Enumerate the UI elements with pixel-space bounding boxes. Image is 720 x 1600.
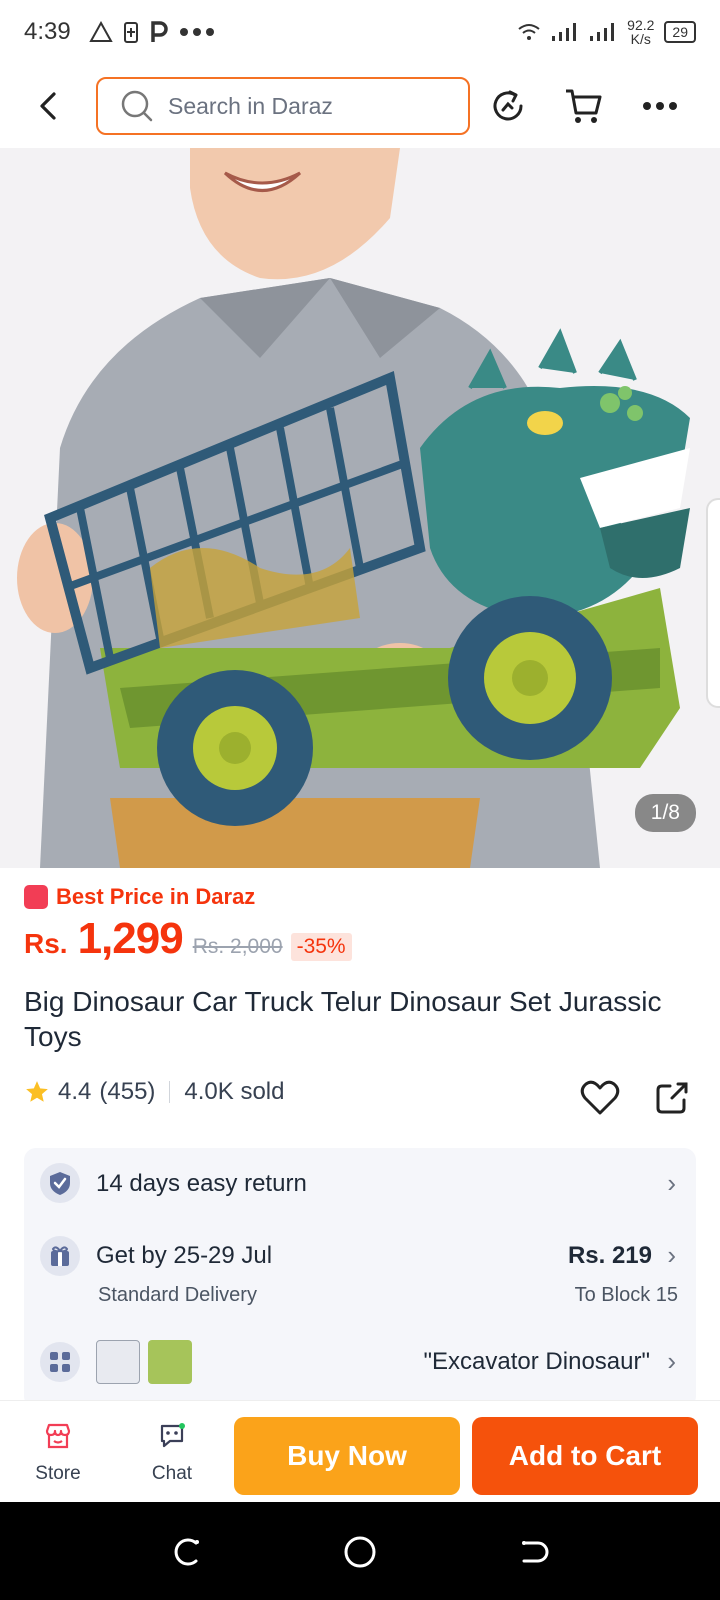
warning-icon	[89, 21, 113, 42]
back-button[interactable]	[18, 76, 78, 136]
current-price: 1,299	[77, 914, 184, 963]
product-image-gallery[interactable]: 1/8	[0, 148, 720, 868]
chat-icon	[160, 1423, 185, 1448]
return-icon-wrap	[40, 1163, 80, 1203]
best-price-badge: Best Price in Daraz	[24, 884, 255, 910]
heart-icon	[580, 1080, 620, 1115]
discount-badge: -35%	[290, 933, 352, 961]
battery-saver-icon	[123, 22, 138, 43]
speed-unit: K/s	[630, 31, 651, 47]
refresh-button[interactable]	[486, 84, 530, 128]
home-icon[interactable]	[342, 1534, 378, 1570]
back-arrow-icon	[40, 92, 56, 120]
top-header: Search in Daraz	[0, 64, 720, 148]
speed-value: 92.2	[627, 17, 655, 33]
system-nav-bar	[0, 1502, 720, 1600]
chevron-right-icon: ›	[667, 1240, 676, 1270]
variant-name: "Excavator Dinosaur"	[423, 1348, 650, 1375]
variant-thumbnail-2[interactable]	[148, 1340, 192, 1384]
price-tag-icon	[24, 885, 48, 909]
shield-check-icon	[50, 1172, 70, 1195]
store-button[interactable]: Store	[18, 1421, 98, 1485]
best-price-label: Best Price in Daraz	[56, 884, 256, 909]
rating-row[interactable]: 4.4 (455) 4.0K sold	[24, 1078, 284, 1106]
battery-indicator: 29	[664, 21, 696, 43]
product-detail-screen: 4:39 92.2 K/s 29 Search in Daraz 1/8 Bes…	[0, 0, 720, 1600]
more-options-button[interactable]	[638, 84, 682, 128]
cart-button[interactable]	[562, 84, 606, 128]
status-system-icons: 92.2 K/s 29	[517, 18, 696, 46]
back-nav-icon[interactable]	[516, 1534, 552, 1570]
rating-value: 4.4	[58, 1078, 92, 1105]
return-policy-row[interactable]: 14 days easy return ›	[24, 1148, 696, 1218]
variant-row[interactable]: "Excavator Dinosaur" ›	[24, 1328, 696, 1398]
star-icon	[26, 1081, 48, 1102]
variant-thumbnail-1[interactable]	[96, 1340, 140, 1384]
search-bar[interactable]: Search in Daraz	[96, 77, 470, 135]
chevron-right-icon: ›	[667, 1346, 676, 1376]
more-notifications-icon	[179, 28, 214, 36]
status-time: 4:39	[24, 18, 71, 45]
network-speed: 92.2 K/s	[627, 18, 654, 46]
delivery-icon-wrap	[40, 1236, 80, 1276]
sold-count: 4.0K sold	[184, 1078, 285, 1105]
gift-icon	[51, 1246, 69, 1266]
review-count: (455)	[99, 1078, 156, 1105]
currency-label: Rs.	[24, 928, 68, 959]
variant-icon-wrap	[40, 1342, 80, 1382]
status-bar: 4:39 92.2 K/s 29	[0, 0, 720, 64]
return-policy-text: 14 days easy return	[96, 1170, 307, 1197]
chat-button[interactable]: Chat	[132, 1421, 212, 1485]
recent-apps-icon[interactable]	[168, 1534, 204, 1570]
image-counter: 1/8	[634, 794, 696, 832]
search-icon	[121, 90, 153, 122]
delivery-row[interactable]: Get by 25-29 Jul Standard Delivery Rs. 2…	[24, 1218, 696, 1328]
parking-icon	[150, 21, 168, 42]
store-label: Store	[35, 1463, 81, 1484]
delivery-date: Get by 25-29 Jul	[96, 1242, 273, 1269]
signal-icon-2	[590, 23, 615, 41]
share-icon	[656, 1082, 688, 1114]
cart-icon	[566, 89, 602, 123]
search-placeholder: Search in Daraz	[168, 92, 333, 119]
delivery-fee: Rs. 219	[567, 1242, 652, 1269]
refresh-icon	[493, 90, 523, 121]
chevron-right-icon: ›	[667, 1168, 676, 1198]
wifi-icon	[518, 24, 540, 40]
more-icon	[643, 102, 677, 110]
services-card: 14 days easy return › Get by 25-29 Jul S…	[24, 1148, 696, 1408]
buy-now-button[interactable]: Buy Now	[234, 1417, 460, 1495]
divider	[169, 1081, 171, 1103]
variant-grid-icon	[50, 1352, 70, 1372]
original-price: Rs. 2,000	[192, 935, 283, 958]
status-notification-icons	[89, 20, 215, 44]
signal-icon	[552, 23, 577, 41]
delivery-location: To Block 15	[574, 1284, 678, 1306]
gallery-side-tab[interactable]	[706, 498, 720, 708]
bottom-action-bar: Store Chat Buy Now Add to Cart	[0, 1400, 720, 1502]
product-title: Big Dinosaur Car Truck Telur Dinosaur Se…	[24, 986, 662, 1052]
product-photo	[0, 148, 720, 868]
delivery-type: Standard Delivery	[98, 1284, 257, 1306]
add-to-cart-button[interactable]: Add to Cart	[472, 1417, 698, 1495]
share-button[interactable]	[650, 1076, 694, 1120]
price-row: Rs. 1,299 Rs. 2,000 -35%	[24, 914, 352, 964]
wishlist-button[interactable]	[578, 1076, 622, 1120]
chat-label: Chat	[151, 1463, 193, 1484]
store-icon	[45, 1423, 71, 1449]
